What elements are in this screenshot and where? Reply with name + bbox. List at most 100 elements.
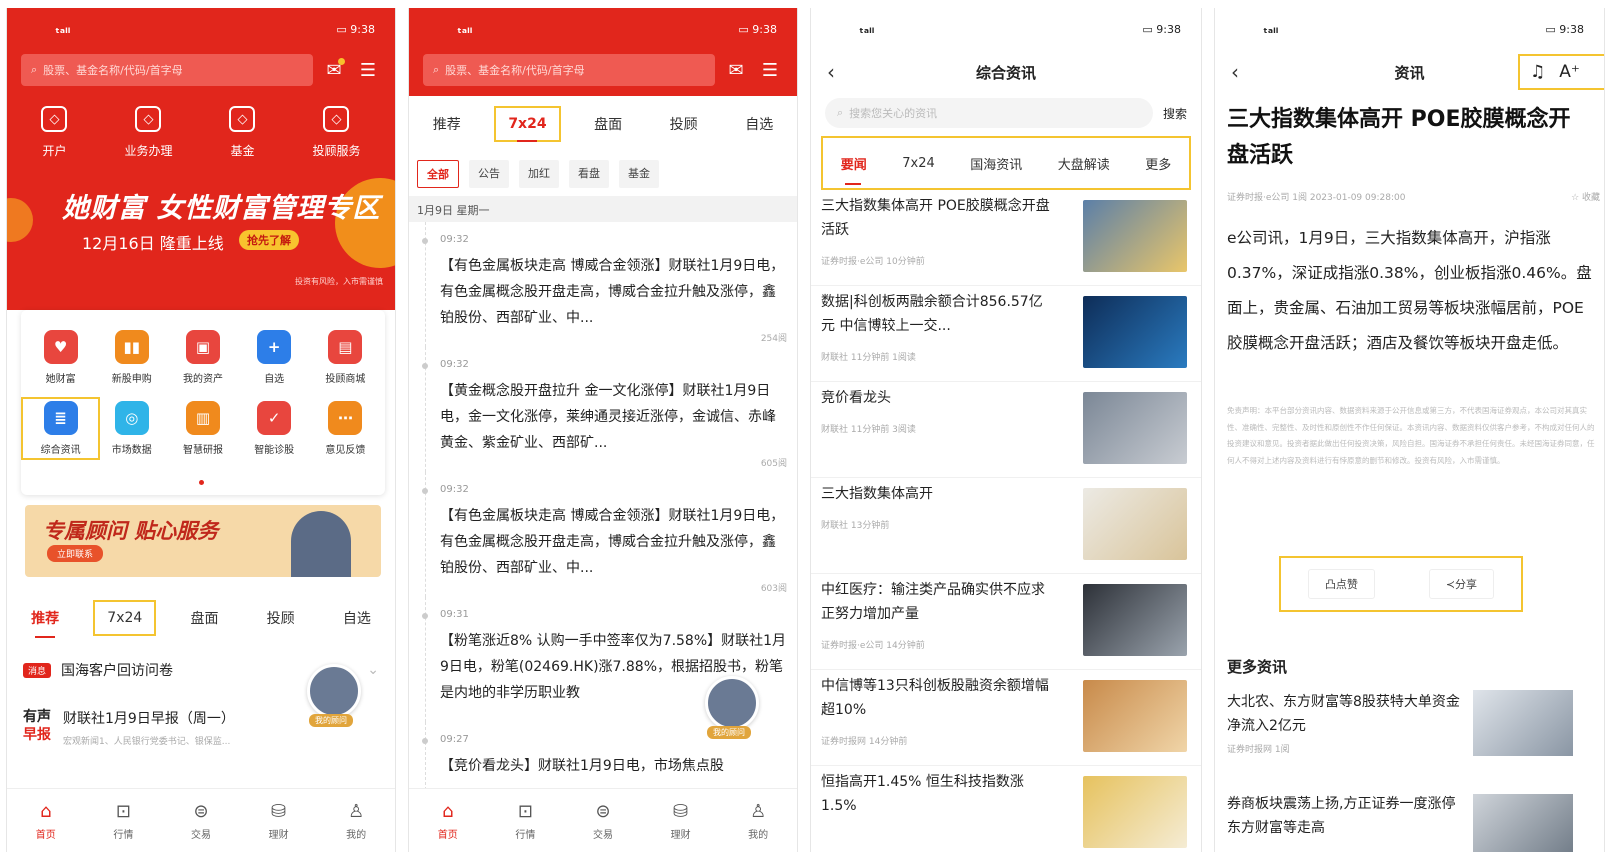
status-bar: ₜₐₗₗ ▭ 9:38 [409,8,797,50]
tab-bar-item[interactable]: ⌂ 首页 [438,801,458,841]
tab-item[interactable]: 盘面 [584,108,632,140]
grid-item[interactable]: ≣ 综合资讯 [20,397,101,460]
news-item[interactable]: 竞价看龙头 财联社 11分钟前 3阅读 [811,382,1201,478]
tab-item[interactable]: 投顾 [660,108,708,140]
flash-item[interactable]: 09:32 【黄金概念股开盘拉升 金一文化涨停】财联社1月9日电，金一文化涨停，莱… [422,347,787,472]
grid-item[interactable]: ♥ 她财富 [25,330,96,385]
tab-item[interactable]: 推荐 [423,108,471,140]
filter-chip[interactable]: 全部 [417,160,459,188]
grid-item-label: 我的资产 [182,374,223,385]
tab-item[interactable]: 投顾 [257,602,305,634]
advisor-button[interactable]: 立即联系 [47,545,104,562]
filter-chip[interactable]: 公告 [469,160,509,188]
article-title: 三大指数集体高开 POE胶膜概念开盘活跃 [1227,107,1571,168]
my-advisor-fab[interactable] [307,664,361,718]
filter-chip[interactable]: 基金 [619,160,659,188]
menu-icon[interactable]: ☰ [757,57,783,83]
tab-item[interactable]: 7x24 [494,106,561,142]
related-item[interactable]: 大北农、东方财富等8股获特大单资金净流入2亿元 证券时报网 1阅 [1227,690,1467,762]
news-item[interactable]: 中信博等13只科创板股融资余额增幅超10% 证券时报网 14分钟前 [811,670,1201,766]
risk-note: 投资有风险，入市需谨慎 [295,277,383,286]
grid-item-label: 她财富 [45,374,76,385]
tab-bar-item[interactable]: ♙ 我的 [748,801,768,841]
tab-bar-item[interactable]: ⛁ 理财 [671,801,691,841]
user-plus-icon: ◇ [41,106,68,132]
status-bar: ₜₐₗₗ ▭ 9:38 [811,8,1201,50]
grid-item[interactable]: ◎ 市场数据 [96,401,167,456]
headphones-icon[interactable]: ♫ [1530,62,1545,82]
message-icon[interactable]: ✉ [723,57,749,83]
my-advisor-label[interactable]: 我的顾问 [707,726,751,739]
news-title: 中红医疗：输注类产品确实供不应求 正努力增加产量 [821,582,1045,622]
menu-icon[interactable]: ☰ [355,57,381,83]
message-icon[interactable]: ✉ [321,57,347,83]
news-item[interactable]: 三大指数集体高开 POE胶膜概念开盘活跃 证券时报·e公司 10分钟前 [811,190,1201,286]
date-header: 1月9日 星期一 [409,196,797,222]
flash-text: 【竞价看龙头】财联社1月9日电，市场焦点股 [440,758,724,774]
news-category-tab[interactable]: 要闻 [841,154,867,185]
news-item[interactable]: 三大指数集体高开 财联社 13分钟前 [811,478,1201,574]
flash-item[interactable]: 09:32 【有色金属板块走高 博威合金领涨】财联社1月9日电，有色金属概念股开盘… [422,472,787,597]
promo-banner[interactable]: 她财富 女性财富管理专区 12月16日 隆重上线 抢先了解 投资有风险，入市需谨… [7,168,395,310]
news-title: 三大指数集体高开 [821,486,933,502]
news-category-tab[interactable]: 7x24 [902,156,935,171]
font-size-icon[interactable]: A⁺ [1559,62,1580,82]
tab-bar-item[interactable]: ⊜ 交易 [593,801,613,841]
tab-item[interactable]: 自选 [333,602,381,634]
grid-item-icon: + [257,330,292,364]
tab-item[interactable]: 推荐 [21,602,69,634]
news-item[interactable]: 中红医疗：输注类产品确实供不应求 正努力增加产量 证券时报·e公司 14分钟前 [811,574,1201,670]
search-icon: ⌕ [31,63,38,76]
grid-item-icon: ▣ [185,330,220,364]
my-advisor-label[interactable]: 我的顾问 [309,714,353,727]
tab-bar-item[interactable]: ⊡ 行情 [113,801,133,841]
advisor-banner[interactable]: 专属顾问 贴心服务 立即联系 [25,505,381,577]
tab-bar-item[interactable]: ⛁ 理财 [269,801,289,841]
tab-item[interactable]: 7x24 [93,600,157,636]
page-title: 综合资讯 [975,63,1036,82]
grid-item[interactable]: ▣ 我的资产 [167,330,238,385]
filter-chip[interactable]: 看盘 [569,160,609,188]
related-item[interactable]: 券商板块震荡上扬,方正证券一度涨停 东方财富等走高 [1227,792,1467,840]
chevron-down-icon[interactable]: ⌄ [367,662,379,678]
tab-bar-item[interactable]: ⊡ 行情 [515,801,535,841]
tab-item[interactable]: 盘面 [180,602,228,634]
tab-item[interactable]: 自选 [735,108,783,140]
news-category-tab[interactable]: 更多 [1145,154,1171,173]
related-title: 券商板块震荡上扬,方正证券一度涨停 东方财富等走高 [1227,796,1456,836]
article-actions: 凸点赞 ≺分享 [1279,556,1523,612]
grid-item[interactable]: ▤ 投顾商城 [310,330,381,385]
grid-item-label: 新股申购 [111,374,152,385]
grid-item[interactable]: + 自选 [239,330,310,385]
flash-item[interactable]: 09:32 【有色金属板块走高 博威合金领涨】财联社1月9日电，有色金属概念股开盘… [422,222,787,347]
tab-bar-item[interactable]: ⌂ 首页 [36,801,56,841]
grid-item[interactable]: ✓ 智能诊股 [239,401,310,456]
news-category-tab[interactable]: 国海资讯 [970,154,1022,173]
advisor-icon: ◇ [323,106,350,132]
tab-bar-item[interactable]: ⊜ 交易 [191,801,211,841]
news-meta: 证券时报·e公司 10分钟前 [821,257,925,267]
status-time: ▭ 9:38 [738,22,777,36]
news-search-input[interactable]: ⌕ 搜索您关心的资讯 [825,98,1153,128]
like-button[interactable]: 凸点赞 [1307,569,1375,599]
grid-item[interactable]: ▥ 智慧研报 [167,401,238,456]
news-item[interactable]: 数据|科创板两融余额合计856.57亿元 中信博较上一交... 财联社 11分钟前… [811,286,1201,382]
favorite-button[interactable]: ☆ 收藏 [1571,190,1600,203]
article-tools: ♫ A⁺ [1518,54,1604,90]
news-item[interactable]: 恒指高开1.45% 恒生科技指数涨1.5% [811,766,1201,852]
search-button[interactable]: 搜索 [1163,105,1187,122]
grid-item[interactable]: ▮▮ 新股申购 [96,330,167,385]
filter-chip[interactable]: 加红 [519,160,559,188]
banner-button[interactable]: 抢先了解 [239,230,299,250]
my-advisor-fab[interactable] [705,676,759,730]
share-button[interactable]: ≺分享 [1428,569,1495,599]
search-input[interactable]: ⌕ 股票、基金名称/代码/首字母 [423,54,715,86]
tab-bar-label: 交易 [592,829,613,841]
back-icon[interactable]: ‹ [827,60,835,84]
tab-bar-label: 行情 [515,829,536,841]
news-category-tab[interactable]: 大盘解读 [1058,154,1110,173]
tab-bar-item[interactable]: ♙ 我的 [346,801,366,841]
search-input[interactable]: ⌕ 股票、基金名称/代码/首字母 [21,54,313,86]
grid-item[interactable]: ⋯ 意见反馈 [310,401,381,456]
back-icon[interactable]: ‹ [1231,60,1239,84]
